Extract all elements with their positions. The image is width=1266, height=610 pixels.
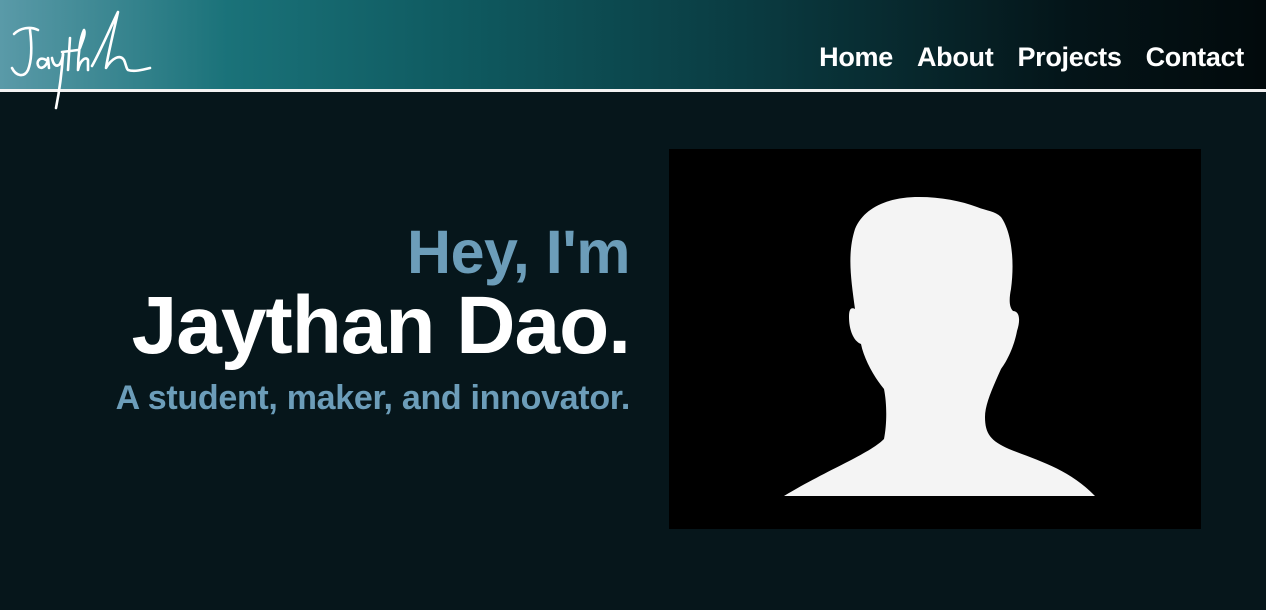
nav-link-about[interactable]: About — [917, 44, 994, 71]
page: Home About Projects Contact Hey, I'm Jay — [0, 0, 1266, 610]
signature-logo-icon[interactable] — [8, 8, 156, 114]
profile-photo — [669, 149, 1201, 529]
nav-link-contact[interactable]: Contact — [1146, 44, 1245, 71]
hero-intro: Hey, I'm Jaythan Dao. A student, maker, … — [115, 218, 631, 417]
nav-link-home[interactable]: Home — [819, 44, 893, 71]
hero-greeting: Hey, I'm — [407, 218, 630, 286]
profile-silhouette-icon — [669, 149, 1201, 529]
hero-name: Jaythan Dao. — [131, 280, 631, 371]
navbar: Home About Projects Contact — [0, 0, 1266, 92]
nav-link-projects[interactable]: Projects — [1017, 44, 1121, 71]
nav-menu: Home About Projects Contact — [819, 44, 1244, 71]
hero-tagline: A student, maker, and innovator. — [115, 379, 631, 417]
